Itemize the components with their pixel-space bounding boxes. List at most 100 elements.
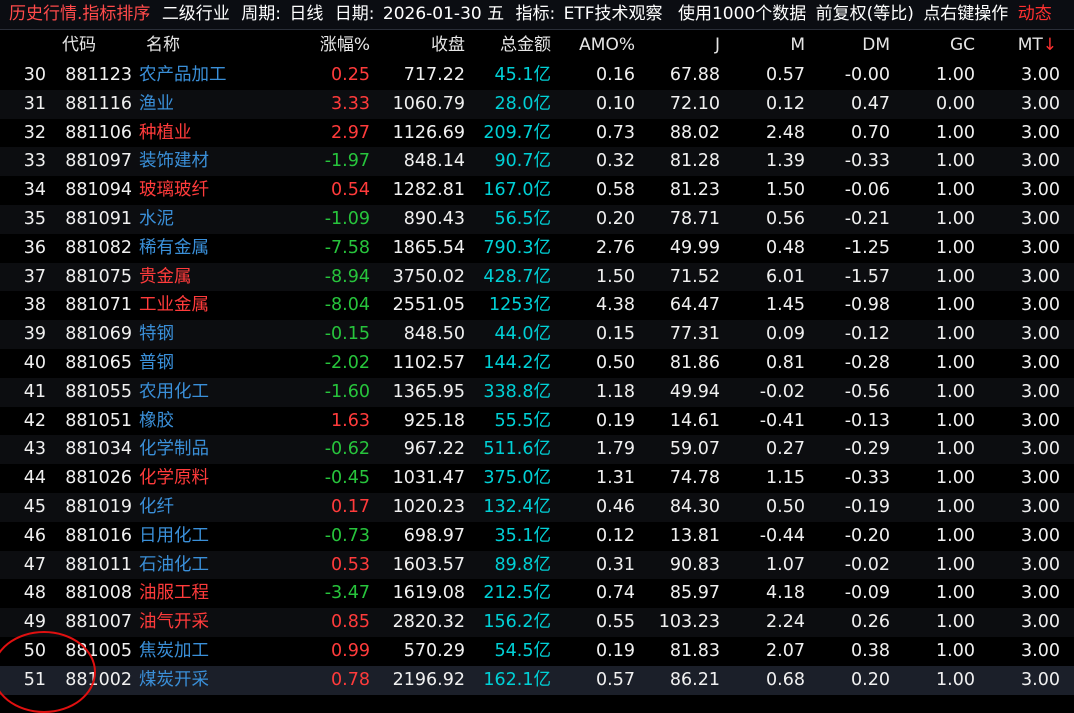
stock-name[interactable]: 装饰建材 — [139, 147, 299, 176]
stock-code[interactable]: 881055 — [52, 378, 132, 407]
stock-code[interactable]: 881016 — [52, 522, 132, 551]
j-value: 103.23 — [658, 612, 720, 633]
date-value[interactable]: 2026-01-30 五 — [383, 4, 504, 24]
mt-value: 3.00 — [1021, 525, 1060, 546]
table-row[interactable]: 43 881034 化学制品 -0.62 967.22 511.6亿 1.79 59.07 0.… — [0, 435, 1074, 465]
stock-name[interactable]: 化纤 — [139, 493, 299, 522]
gc-value: 1.00 — [936, 612, 975, 633]
stock-code[interactable]: 881123 — [52, 61, 132, 90]
table-row[interactable]: 30 881123 农产品加工 0.25 717.22 45.1亿 0.16 67.88 0.5… — [0, 61, 1074, 90]
col-header-change[interactable]: 涨幅% — [300, 30, 370, 60]
stock-code[interactable]: 881091 — [52, 205, 132, 234]
stock-code[interactable]: 881007 — [52, 608, 132, 637]
stock-name[interactable]: 油服工程 — [139, 579, 299, 608]
stock-code[interactable]: 881005 — [52, 637, 132, 666]
stock-name[interactable]: 焦炭加工 — [139, 637, 299, 666]
close-price: 1865.54 — [392, 237, 465, 258]
stock-code[interactable]: 881071 — [52, 291, 132, 320]
close-price: 967.22 — [403, 439, 465, 460]
table-row[interactable]: 46 881016 日用化工 -0.73 698.97 35.1亿 0.12 13.81 -0.… — [0, 522, 1074, 551]
stock-code[interactable]: 881019 — [52, 493, 132, 522]
stock-name[interactable]: 橡胶 — [139, 407, 299, 436]
stock-name[interactable]: 普钢 — [139, 349, 299, 378]
col-header-amount[interactable]: 总金额 — [465, 30, 551, 60]
stock-code[interactable]: 881069 — [52, 320, 132, 349]
indicator-value[interactable]: ETF技术观察 — [564, 4, 663, 24]
col-header-mt[interactable]: MT↓ — [975, 30, 1057, 60]
close-price: 1365.95 — [392, 381, 465, 402]
table-row[interactable]: 38 881071 工业金属 -8.04 2551.05 1253亿 4.38 64.47 1.… — [0, 291, 1074, 320]
total-amount: 144.2亿 — [483, 352, 551, 373]
table-row[interactable]: 32 881106 种植业 2.97 1126.69 209.7亿 0.73 88.02 2.4… — [0, 119, 1074, 148]
col-header-amo[interactable]: AMO% — [560, 30, 635, 60]
table-row[interactable]: 50 881005 焦炭加工 0.99 570.29 54.5亿 0.19 81.83 2.07… — [0, 637, 1074, 666]
adjust-mode[interactable]: 前复权(等比) — [816, 4, 914, 24]
table-row[interactable]: 40 881065 普钢 -2.02 1102.57 144.2亿 0.50 81.86 0.8… — [0, 349, 1074, 378]
table-row[interactable]: 34 881094 玻璃玻纤 0.54 1282.81 167.0亿 0.58 81.23 1.… — [0, 176, 1074, 205]
col-header-code[interactable]: 代码 — [62, 30, 142, 60]
table-row[interactable]: 51 881002 煤炭开采 0.78 2196.92 162.1亿 0.57 86.21 0.… — [0, 665, 1074, 695]
stock-code[interactable]: 881002 — [52, 666, 132, 695]
table-row[interactable]: 42 881051 橡胶 1.63 925.18 55.5亿 0.19 14.61 -0.41 -… — [0, 407, 1074, 436]
stock-code[interactable]: 881106 — [52, 119, 132, 148]
stock-name[interactable]: 渔业 — [139, 90, 299, 119]
stock-name[interactable]: 日用化工 — [139, 522, 299, 551]
stock-name[interactable]: 玻璃玻纤 — [139, 176, 299, 205]
table-row[interactable]: 41 881055 农用化工 -1.60 1365.95 338.8亿 1.18 49.94 -… — [0, 377, 1074, 407]
table-row[interactable]: 47 881011 石油化工 0.53 1603.57 89.8亿 0.31 90.83 1.0… — [0, 550, 1074, 580]
table-row[interactable]: 37 881075 贵金属 -8.94 3750.02 428.7亿 1.50 71.52 6.… — [0, 262, 1074, 292]
stock-name[interactable]: 化学原料 — [139, 464, 299, 493]
period-value[interactable]: 日线 — [289, 4, 323, 24]
change-pct: -1.60 — [324, 381, 370, 402]
table-row[interactable]: 39 881069 特钢 -0.15 848.50 44.0亿 0.15 77.31 0.09 -… — [0, 320, 1074, 349]
stock-code[interactable]: 881075 — [52, 263, 132, 292]
stock-code[interactable]: 881097 — [52, 147, 132, 176]
stock-name[interactable]: 油气开采 — [139, 608, 299, 637]
amo-pct: 1.79 — [596, 439, 635, 460]
col-header-dm[interactable]: DM — [810, 30, 890, 60]
dynamic-toggle[interactable]: 动态 — [1018, 4, 1052, 24]
stock-name[interactable]: 稀有金属 — [139, 234, 299, 263]
stock-code[interactable]: 881094 — [52, 176, 132, 205]
stock-name[interactable]: 化学制品 — [139, 435, 299, 464]
table-row[interactable]: 44 881026 化学原料 -0.45 1031.47 375.0亿 1.31 74.78 1… — [0, 464, 1074, 493]
table-row[interactable]: 33 881097 装饰建材 -1.97 848.14 90.7亿 0.32 81.28 1.3… — [0, 147, 1074, 177]
gc-value: 1.00 — [936, 496, 975, 517]
stock-code[interactable]: 881082 — [52, 234, 132, 263]
stock-name[interactable]: 工业金属 — [139, 291, 299, 320]
stock-name[interactable]: 水泥 — [139, 205, 299, 234]
table-row[interactable]: 49 881007 油气开采 0.85 2820.32 156.2亿 0.55 103.23 2… — [0, 608, 1074, 637]
j-value: 88.02 — [669, 122, 720, 143]
change-pct: -1.09 — [324, 208, 370, 229]
table-row[interactable]: 31 881116 渔业 3.33 1060.79 28.0亿 0.10 72.10 0.12 0… — [0, 89, 1074, 119]
module-title[interactable]: 历史行情.指标排序 — [9, 4, 150, 24]
stock-name[interactable]: 农产品加工 — [139, 61, 299, 90]
stock-name[interactable]: 种植业 — [139, 119, 299, 148]
stock-code[interactable]: 881008 — [52, 579, 132, 608]
col-header-m[interactable]: M — [725, 30, 805, 60]
stock-code[interactable]: 881051 — [52, 407, 132, 436]
stock-name[interactable]: 贵金属 — [139, 263, 299, 292]
stock-name[interactable]: 石油化工 — [139, 551, 299, 580]
table-row[interactable]: 45 881019 化纤 0.17 1020.23 132.4亿 0.46 84.30 0.50… — [0, 492, 1074, 522]
gc-value: 1.00 — [936, 381, 975, 402]
stock-name[interactable]: 农用化工 — [139, 378, 299, 407]
change-pct: 0.78 — [331, 669, 370, 690]
industry-level[interactable]: 二级行业 — [162, 4, 230, 24]
stock-code[interactable]: 881026 — [52, 464, 132, 493]
stock-code[interactable]: 881034 — [52, 435, 132, 464]
table-row[interactable]: 48 881008 油服工程 -3.47 1619.08 212.5亿 0.74 85.97 4… — [0, 579, 1074, 608]
stock-name[interactable]: 特钢 — [139, 320, 299, 349]
table-row[interactable]: 36 881082 稀有金属 -7.58 1865.54 790.3亿 2.76 49.99 0… — [0, 234, 1074, 263]
col-header-gc[interactable]: GC — [895, 30, 975, 60]
dm-value: 0.20 — [851, 669, 890, 690]
mt-value: 3.00 — [1021, 122, 1060, 143]
col-header-j[interactable]: J — [640, 30, 720, 60]
stock-code[interactable]: 881011 — [52, 551, 132, 580]
table-row[interactable]: 35 881091 水泥 -1.09 890.43 56.5亿 0.20 78.71 0.56 -… — [0, 204, 1074, 234]
col-header-close[interactable]: 收盘 — [380, 30, 465, 60]
col-header-name[interactable]: 名称 — [146, 30, 306, 60]
stock-code[interactable]: 881116 — [52, 90, 132, 119]
stock-name[interactable]: 煤炭开采 — [139, 666, 299, 695]
stock-code[interactable]: 881065 — [52, 349, 132, 378]
